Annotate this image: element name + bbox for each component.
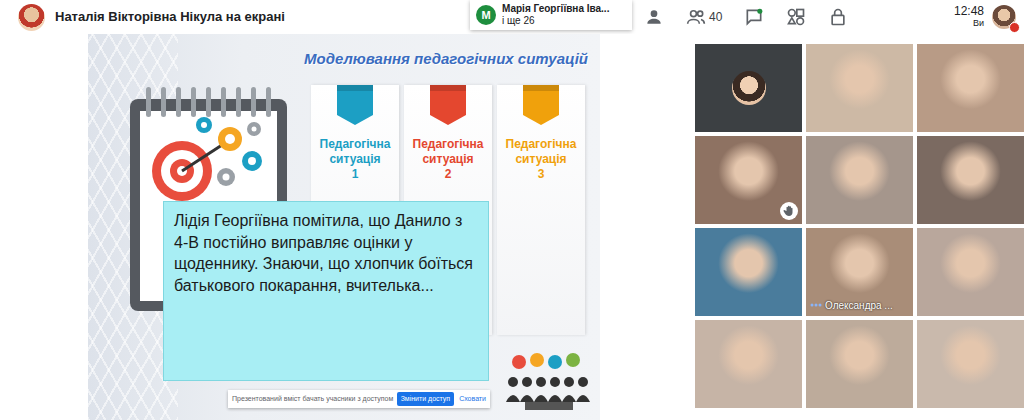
presentation-stage: Моделювання педагогічних ситуацій Педагог…	[0, 34, 690, 420]
participant-tile[interactable]	[806, 136, 913, 224]
participants-grid: Олександра ...	[690, 34, 1024, 420]
top-bar: Наталія Вікторівна Нікула на екрані M Марі…	[0, 0, 1024, 34]
raised-hand-icon	[780, 202, 798, 220]
participant-tile[interactable]	[917, 136, 1024, 224]
participant-tile[interactable]	[695, 228, 802, 316]
situation-title: Педагогічна ситуація	[315, 137, 395, 167]
participant-tile[interactable]	[917, 228, 1024, 316]
participant-tile[interactable]	[695, 44, 802, 132]
participant-tile[interactable]	[806, 320, 913, 408]
participant-tile[interactable]	[917, 44, 1024, 132]
notification-text: Марія Георгіївна Іва...і ще 26	[502, 3, 609, 27]
notification-initial: M	[476, 5, 496, 25]
participant-avatar	[732, 71, 766, 105]
participants-button[interactable]: 40	[686, 7, 722, 27]
share-bar-text: Презентований вміст бачать учасники з до…	[232, 394, 392, 405]
participant-tile[interactable]	[695, 136, 802, 224]
lock-icon[interactable]	[828, 7, 848, 27]
self-avatar[interactable]	[992, 5, 1016, 29]
slide-header: Моделювання педагогічних ситуацій	[88, 34, 600, 71]
situation-number: 2	[408, 167, 488, 182]
slide: Моделювання педагогічних ситуацій Педагог…	[88, 34, 600, 420]
self-label: Ви	[973, 19, 984, 29]
time: 12:48	[954, 5, 984, 18]
participant-tile[interactable]: Олександра ...	[806, 228, 913, 316]
situation-title: Педагогічна ситуація	[408, 137, 488, 167]
participant-tile[interactable]	[806, 44, 913, 132]
situation-title: Педагогічна ситуація	[501, 137, 581, 167]
join-notification[interactable]: M Марія Георгіївна Іва...і ще 26	[470, 0, 632, 30]
notification-more: і ще 26	[502, 15, 609, 27]
bookmark-icon	[335, 85, 375, 125]
notification-name: Марія Георгіївна Іва...	[502, 3, 609, 15]
activities-icon[interactable]	[786, 7, 806, 27]
person-icon[interactable]	[644, 7, 664, 27]
participant-name: Олександра ...	[825, 298, 893, 313]
participant-tile[interactable]	[695, 320, 802, 408]
presenter-title: Наталія Вікторівна Нікула на екрані	[55, 7, 285, 27]
change-access-button[interactable]: Змінити доступ	[397, 392, 455, 407]
talking-icon	[810, 299, 822, 313]
recording-icon	[1009, 22, 1020, 33]
situation-number: 3	[501, 167, 581, 182]
bookmark-icon	[521, 85, 561, 125]
meeting-main: Моделювання педагогічних ситуацій Педагог…	[0, 34, 1024, 420]
bookmark-icon	[428, 85, 468, 125]
people-icon	[686, 7, 706, 27]
share-bar: Презентований вміст бачать учасники з до…	[228, 390, 490, 408]
hide-button[interactable]: Сховати	[459, 394, 486, 405]
presenter-avatar	[18, 4, 45, 31]
situation-card: Лідія Георгіївна помітила, що Данило з 4…	[163, 201, 489, 381]
situation-label: Педагогічна ситуація3	[497, 137, 585, 182]
presenter-info: Наталія Вікторівна Нікула на екрані	[0, 4, 470, 31]
situation-label: Педагогічна ситуація1	[311, 137, 399, 182]
participant-tile[interactable]	[917, 320, 1024, 408]
clock: 12:48Ви	[954, 5, 984, 28]
participant-label: Олександра ...	[810, 298, 893, 313]
participants-count: 40	[709, 8, 722, 26]
situation-label: Педагогічна ситуація2	[404, 137, 492, 182]
toolbar: 40 12:48Ви	[632, 5, 1024, 29]
chat-icon[interactable]	[744, 7, 764, 27]
situation-number: 1	[315, 167, 395, 182]
slide-title: Моделювання педагогічних ситуацій	[304, 48, 588, 71]
situation-ribbon[interactable]: Педагогічна ситуація3	[497, 85, 585, 335]
